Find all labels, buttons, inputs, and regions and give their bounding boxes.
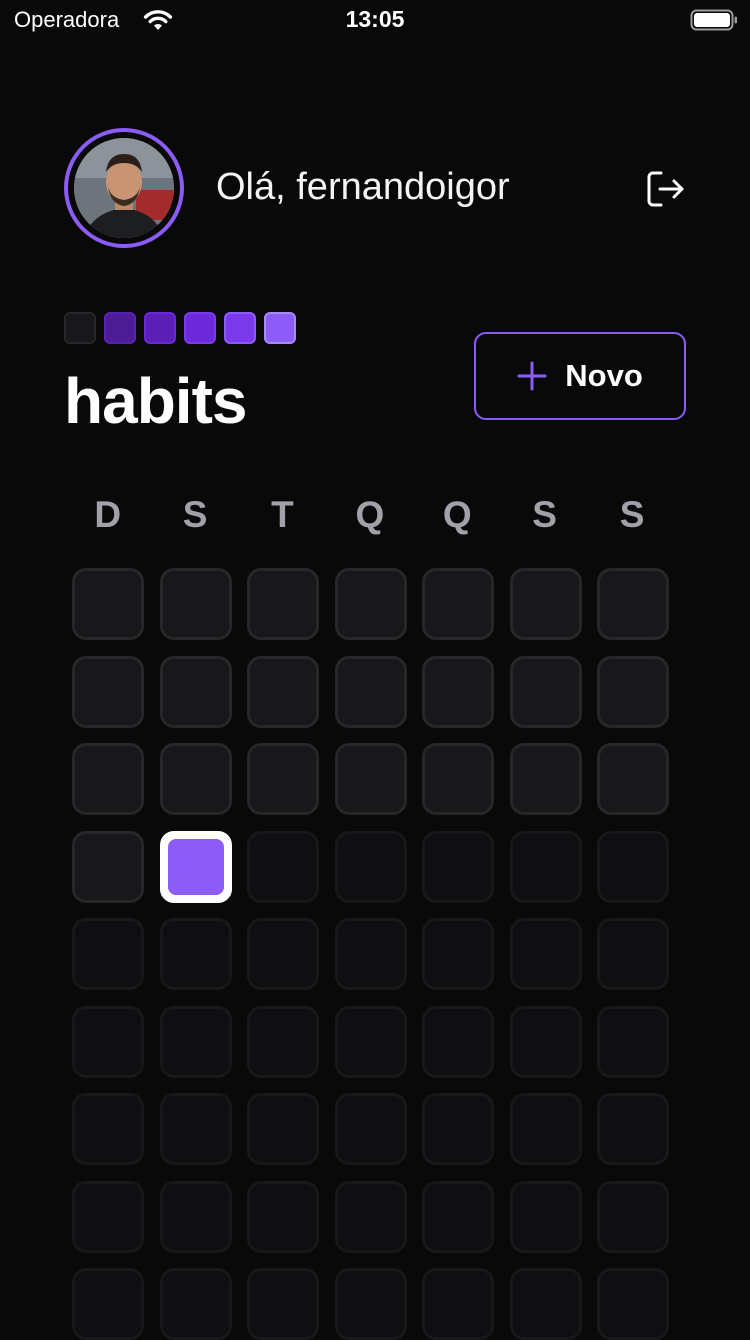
new-habit-label: Novo [565,358,643,393]
weekday-label: S [532,494,557,535]
status-time: 13:05 [345,6,405,32]
plus-icon [517,361,547,391]
habit-day[interactable] [597,1180,669,1253]
habit-day[interactable] [509,655,582,728]
status-bar: Operadora 13:05 [0,0,750,40]
habit-day-progress-fill [167,838,224,895]
habit-day[interactable] [334,1268,407,1340]
habit-day[interactable] [247,1005,319,1078]
habit-day[interactable] [247,1180,319,1253]
habit-day[interactable] [422,743,494,815]
user-avatar[interactable] [64,128,184,248]
habit-day[interactable] [247,830,319,903]
habit-day[interactable] [334,743,407,815]
habit-day[interactable] [72,743,144,815]
habit-day[interactable] [159,743,232,815]
habit-day[interactable] [334,1093,407,1165]
habit-day[interactable] [159,918,232,990]
habit-day[interactable] [597,568,669,640]
habit-day[interactable] [334,1180,407,1253]
habit-day[interactable] [597,655,669,728]
weekday-label: T [271,494,294,535]
greeting-text: Olá, fernandoigor [216,166,510,208]
habit-day[interactable] [597,830,669,903]
habit-day[interactable] [509,1268,582,1340]
habit-day[interactable] [597,1268,669,1340]
habit-day[interactable] [334,568,407,640]
battery-full-icon [690,9,737,31]
habit-day[interactable] [159,568,232,640]
habit-day[interactable] [422,918,494,990]
habit-day[interactable] [509,830,582,903]
habit-day[interactable] [509,743,582,815]
habit-day[interactable] [597,918,669,990]
habit-day[interactable] [159,1180,232,1253]
habit-day[interactable] [247,655,319,728]
logo-square [184,312,216,344]
logo-square [224,312,256,344]
habit-day[interactable] [72,1093,144,1165]
habit-day-today[interactable] [159,830,232,903]
weekday-label: S [182,494,208,535]
habit-day[interactable] [334,918,407,990]
habit-day[interactable] [509,918,582,990]
habit-day[interactable] [597,743,669,815]
habit-day[interactable] [247,1093,319,1165]
new-habit-button[interactable]: Novo [474,332,686,420]
habit-day[interactable] [72,1180,144,1253]
habit-day[interactable] [422,830,494,903]
habit-day[interactable] [159,655,232,728]
habit-day[interactable] [422,1268,494,1340]
habit-day[interactable] [159,1093,232,1165]
habit-day[interactable] [72,655,144,728]
logo-square [64,312,96,344]
weekday-label: D [94,494,122,535]
habit-day[interactable] [597,1093,669,1165]
habit-day[interactable] [247,568,319,640]
weekday-header: D S T Q Q S S [64,494,676,536]
habit-day[interactable] [159,1005,232,1078]
habit-day[interactable] [72,568,144,640]
habit-day[interactable] [597,1005,669,1078]
weekday-label: Q [355,494,385,535]
habit-day[interactable] [509,1093,582,1165]
logo-square [264,312,296,344]
habit-day[interactable] [72,830,144,903]
logo-squares [64,312,296,344]
habit-day[interactable] [334,655,407,728]
habit-day[interactable] [422,1093,494,1165]
habit-day[interactable] [509,1180,582,1253]
habit-day[interactable] [509,1005,582,1078]
logout-icon[interactable] [646,170,686,208]
habit-day[interactable] [72,1268,144,1340]
habit-day[interactable] [72,1005,144,1078]
habit-day[interactable] [247,1268,319,1340]
habit-day[interactable] [334,1005,407,1078]
habit-day[interactable] [422,568,494,640]
weekday-label: S [619,494,645,535]
habit-day[interactable] [422,655,494,728]
habit-day[interactable] [247,743,319,815]
habit-day[interactable] [247,918,319,990]
habit-day[interactable] [72,918,144,990]
habit-day[interactable] [422,1005,494,1078]
weekday-label: Q [442,494,472,535]
avatar-photo [74,138,174,238]
habit-day[interactable] [422,1180,494,1253]
habit-day[interactable] [334,830,407,903]
logo-square [104,312,136,344]
habit-day[interactable] [509,568,582,640]
logo-square [144,312,176,344]
habit-day[interactable] [159,1268,232,1340]
logo-wordmark: habits [64,365,247,437]
